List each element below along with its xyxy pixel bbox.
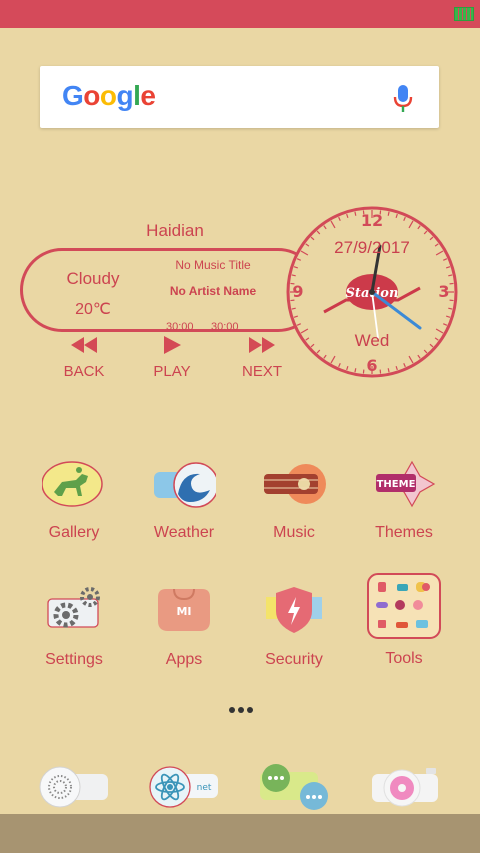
app-label-music: Music bbox=[273, 524, 315, 541]
app-security[interactable]: Security bbox=[244, 585, 344, 669]
music-artist: No Artist Name bbox=[169, 284, 257, 298]
guitar-icon bbox=[264, 464, 326, 504]
horse-racing-icon bbox=[42, 461, 103, 507]
play-button[interactable]: PLAY bbox=[137, 336, 207, 380]
app-settings[interactable]: Settings bbox=[24, 585, 124, 669]
app-label-weather: Weather bbox=[153, 524, 215, 541]
location-label: Haidian bbox=[146, 221, 204, 240]
mi-badge-text: MI bbox=[176, 605, 191, 618]
battery-icon bbox=[454, 7, 474, 21]
shield-bolt-icon bbox=[266, 587, 322, 633]
svg-text:12: 12 bbox=[361, 211, 383, 230]
clock-tick bbox=[387, 368, 390, 373]
app-label-gallery: Gallery bbox=[48, 524, 100, 541]
clock-tick bbox=[448, 307, 453, 310]
clock-tick bbox=[448, 274, 453, 277]
svg-text:6: 6 bbox=[366, 356, 377, 375]
weather-temperature: 20℃ bbox=[75, 301, 111, 318]
clock-tick bbox=[291, 307, 296, 310]
analog-clock-widget[interactable]: 12 3 6 9 Station 27/9/2017 Wed bbox=[284, 204, 460, 380]
app-label-tools: Tools bbox=[385, 650, 423, 667]
google-search-bar[interactable]: Google bbox=[40, 66, 439, 128]
play-label: PLAY bbox=[153, 363, 191, 380]
clock-tick bbox=[354, 368, 357, 373]
back-label: BACK bbox=[63, 363, 105, 380]
clock-face-icon: 12 3 6 9 Station bbox=[286, 206, 458, 378]
back-button[interactable]: BACK bbox=[49, 336, 119, 380]
app-weather[interactable]: Weather bbox=[134, 458, 234, 542]
play-icon bbox=[164, 336, 181, 354]
dock-messages[interactable] bbox=[258, 762, 330, 812]
clock-tick bbox=[387, 211, 390, 216]
gears-icon bbox=[47, 587, 100, 628]
clock-day: Wed bbox=[354, 331, 390, 350]
app-label-security: Security bbox=[265, 651, 323, 668]
app-apps[interactable]: MI Apps bbox=[134, 585, 234, 669]
dock-camera[interactable] bbox=[370, 762, 442, 812]
svg-text:3: 3 bbox=[438, 282, 449, 301]
google-logo-letter: o bbox=[83, 80, 100, 111]
google-logo-letter: g bbox=[116, 80, 134, 111]
dock-browser[interactable]: net bbox=[148, 762, 220, 812]
music-widget: Cloudy 20℃ No Music Title No Artist Name… bbox=[20, 248, 320, 333]
app-music[interactable]: Music bbox=[244, 458, 344, 542]
app-gallery[interactable]: Gallery bbox=[24, 458, 124, 542]
google-logo-letter: e bbox=[140, 80, 156, 111]
rewind-icon bbox=[71, 337, 97, 353]
folder-tools[interactable]: Tools bbox=[354, 572, 454, 668]
page-indicator bbox=[229, 707, 253, 713]
app-themes[interactable]: THEME Themes bbox=[354, 458, 454, 542]
app-label-settings: Settings bbox=[45, 651, 103, 668]
browser-badge-text: net bbox=[197, 783, 212, 793]
navigation-bar bbox=[0, 814, 480, 853]
theme-badge-text: THEME bbox=[377, 479, 416, 490]
music-title: No Music Title bbox=[175, 258, 251, 272]
google-logo: Google bbox=[62, 80, 156, 112]
microphone-icon[interactable] bbox=[393, 84, 413, 114]
music-elapsed-time: 30:00 bbox=[166, 321, 194, 333]
app-label-apps: Apps bbox=[165, 651, 203, 668]
clock-date: 27/9/2017 bbox=[334, 238, 410, 257]
google-logo-letter: G bbox=[62, 80, 84, 111]
clock-tick bbox=[291, 274, 296, 277]
app-label-themes: Themes bbox=[375, 524, 433, 541]
dock-phone[interactable] bbox=[38, 762, 110, 812]
wave-icon bbox=[154, 462, 216, 508]
tools-folder-icon bbox=[367, 573, 441, 639]
music-duration: 30:00 bbox=[211, 321, 239, 333]
weather-condition: Cloudy bbox=[66, 269, 120, 288]
svg-text:9: 9 bbox=[292, 282, 303, 301]
mi-bag-icon: MI bbox=[158, 588, 210, 631]
clock-tick bbox=[354, 211, 357, 216]
theme-badge-icon: THEME bbox=[376, 460, 436, 508]
google-logo-letter: o bbox=[99, 80, 117, 111]
status-bar bbox=[0, 0, 480, 28]
fast-forward-icon bbox=[249, 337, 275, 353]
